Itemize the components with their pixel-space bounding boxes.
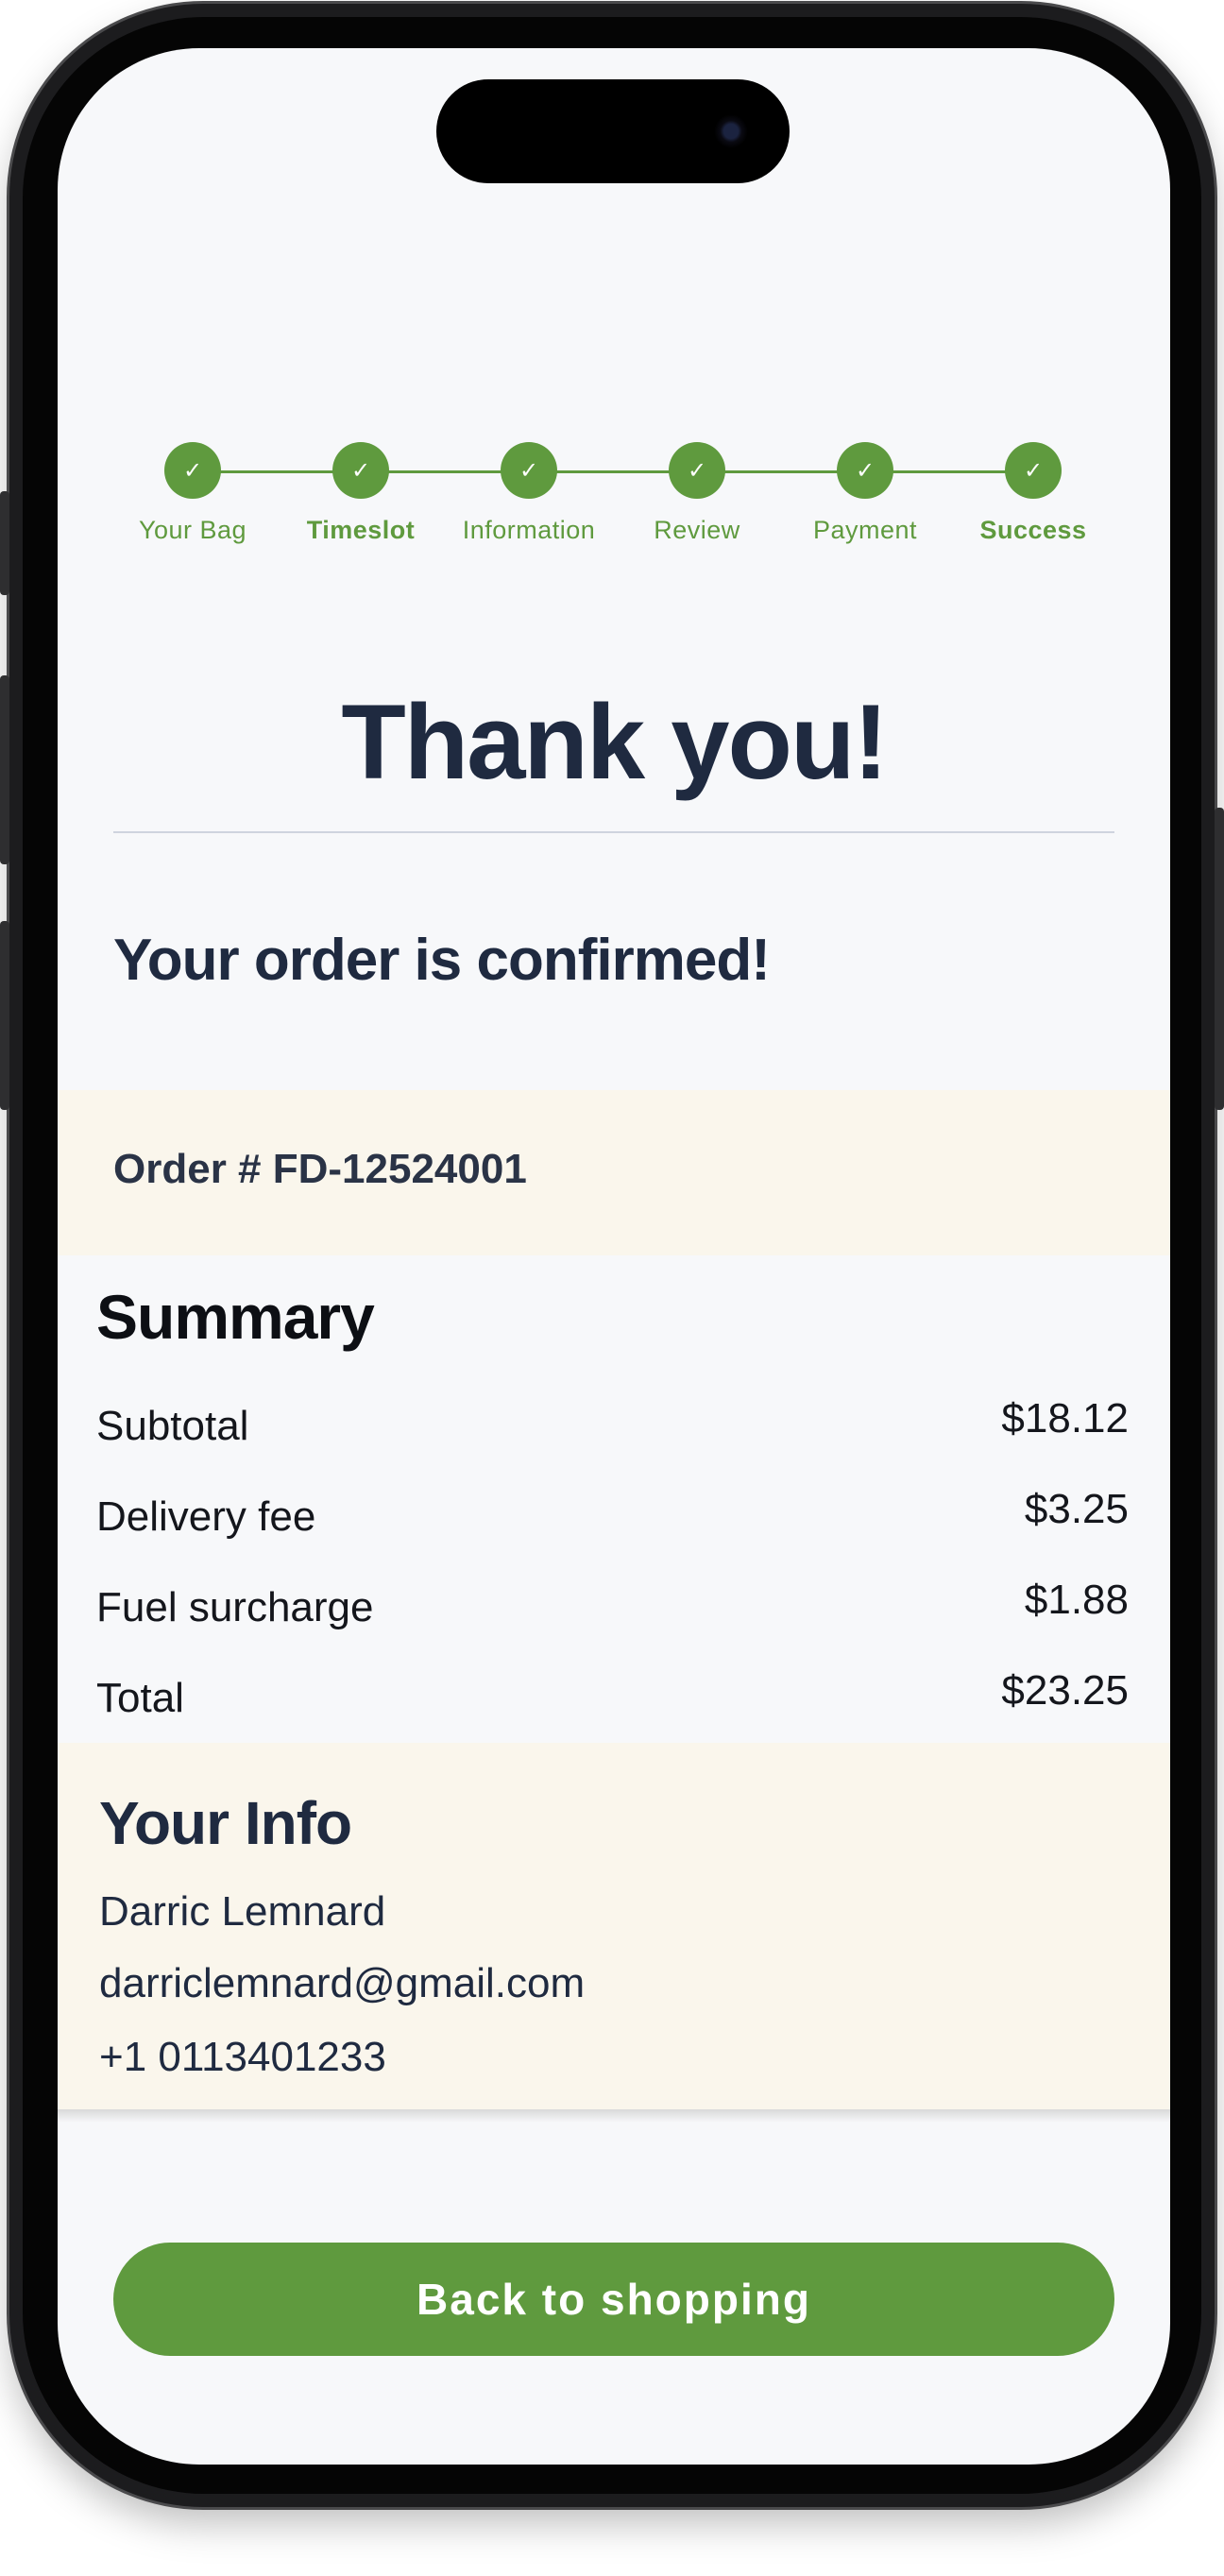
power-button (1215, 808, 1224, 1110)
app-screen: ✓ Your Bag ✓ Timeslot ✓ Information ✓ Re… (58, 48, 1170, 2465)
check-icon: ✓ (332, 442, 389, 499)
your-info-heading: Your Info (99, 1789, 352, 1857)
summary-label: Fuel surcharge (96, 1584, 374, 1630)
step-review[interactable]: ✓ Review (607, 442, 787, 545)
action-button (0, 491, 9, 595)
step-label: Payment (812, 516, 918, 544)
check-icon: ✓ (1005, 442, 1062, 499)
step-timeslot[interactable]: ✓ Timeslot (271, 442, 450, 545)
section-shadow (58, 2109, 1170, 2123)
page-title: Thank you! (341, 683, 888, 801)
back-to-shopping-button[interactable]: Back to shopping (113, 2243, 1114, 2356)
step-information[interactable]: ✓ Information (439, 442, 619, 545)
summary-value: $1.88 (1024, 1577, 1129, 1623)
order-number-banner: Order # FD-12524001 (58, 1090, 1170, 1255)
summary-heading: Summary (96, 1282, 375, 1352)
checkout-stepper: ✓ Your Bag ✓ Timeslot ✓ Information ✓ Re… (58, 388, 1170, 544)
summary-value: $3.25 (1024, 1486, 1129, 1532)
step-success[interactable]: ✓ Success (944, 442, 1123, 545)
summary-label: Delivery fee (96, 1493, 316, 1540)
step-label: Your Bag (138, 516, 247, 544)
summary-row-total: Total $23.25 (96, 1667, 1129, 1724)
summary-value: $18.12 (1001, 1395, 1129, 1442)
step-label: Information (462, 516, 596, 544)
step-label: Success (979, 516, 1087, 544)
volume-down-button (0, 921, 9, 1110)
check-icon: ✓ (164, 442, 221, 499)
customer-name: Darric Lemnard (99, 1888, 386, 1935)
summary-row-delivery-fee: Delivery fee $3.25 (96, 1486, 1129, 1543)
summary-label: Total (96, 1675, 184, 1721)
step-payment[interactable]: ✓ Payment (775, 442, 955, 545)
check-icon: ✓ (501, 442, 557, 499)
step-your-bag[interactable]: ✓ Your Bag (103, 442, 282, 545)
camera-icon (714, 114, 748, 148)
summary-value: $23.25 (1001, 1667, 1129, 1714)
dynamic-island (436, 79, 790, 183)
customer-phone: +1 0113401233 (99, 2034, 386, 2080)
step-label: Review (654, 516, 740, 544)
volume-up-button (0, 675, 9, 864)
summary-row-fuel-surcharge: Fuel surcharge $1.88 (96, 1577, 1129, 1633)
summary-label: Subtotal (96, 1403, 249, 1449)
divider (113, 831, 1114, 833)
summary-row-subtotal: Subtotal $18.12 (96, 1395, 1129, 1452)
order-number: Order # FD-12524001 (113, 1146, 527, 1192)
step-label: Timeslot (306, 516, 416, 544)
customer-email: darriclemnard@gmail.com (99, 1960, 586, 2006)
check-icon: ✓ (669, 442, 725, 499)
confirmation-heading: Your order is confirmed! (113, 928, 771, 993)
check-icon: ✓ (837, 442, 893, 499)
